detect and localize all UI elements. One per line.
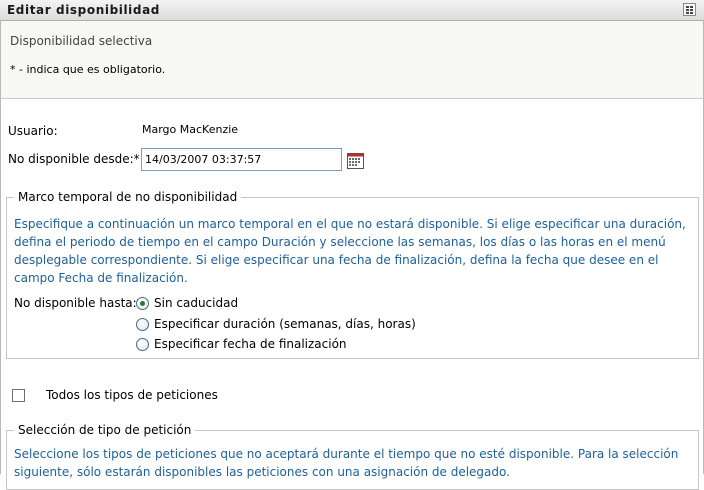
unavailable-from-label: No disponible desde:* [8, 152, 140, 166]
radio-button[interactable] [136, 296, 149, 310]
unavailable-from-input[interactable] [141, 148, 342, 171]
page-title: Editar disponibilidad [7, 3, 160, 17]
radio-specify-duration[interactable]: Especificar duración (semanas, días, hor… [136, 316, 416, 332]
radio-label: Sin caducidad [154, 296, 239, 310]
header-panel: Disponibilidad selectiva * - indica que … [1, 21, 703, 99]
radio-label: Especificar fecha de finalización [154, 337, 347, 351]
radio-button[interactable] [136, 317, 149, 331]
calendar-icon[interactable] [347, 152, 364, 169]
request-selection-help-text: Seleccione los tipos de peticiones que n… [14, 447, 679, 479]
radio-button[interactable] [136, 337, 149, 351]
required-note: * - indica que es obligatorio. [10, 63, 166, 76]
user-value: Margo MacKenzie [142, 123, 239, 136]
title-bar: Editar disponibilidad [0, 0, 704, 21]
all-requests-label: Todos los tipos de peticiones [46, 388, 218, 402]
timeframe-legend: Marco temporal de no disponibilidad [14, 190, 242, 204]
request-selection-legend: Selección de tipo de petición [14, 423, 196, 437]
timeframe-help-text: Especifique a continuación un marco temp… [14, 217, 686, 285]
radio-no-expiration[interactable]: Sin caducidad [136, 295, 238, 311]
user-label: Usuario: [8, 124, 58, 138]
all-requests-checkbox[interactable] [12, 389, 25, 402]
grid-menu-icon[interactable] [683, 3, 696, 16]
radio-specify-end-date[interactable]: Especificar fecha de finalización [136, 336, 347, 352]
unavailable-until-label: No disponible hasta:* [14, 296, 143, 310]
subtitle: Disponibilidad selectiva [10, 34, 153, 48]
radio-label: Especificar duración (semanas, días, hor… [154, 317, 416, 331]
